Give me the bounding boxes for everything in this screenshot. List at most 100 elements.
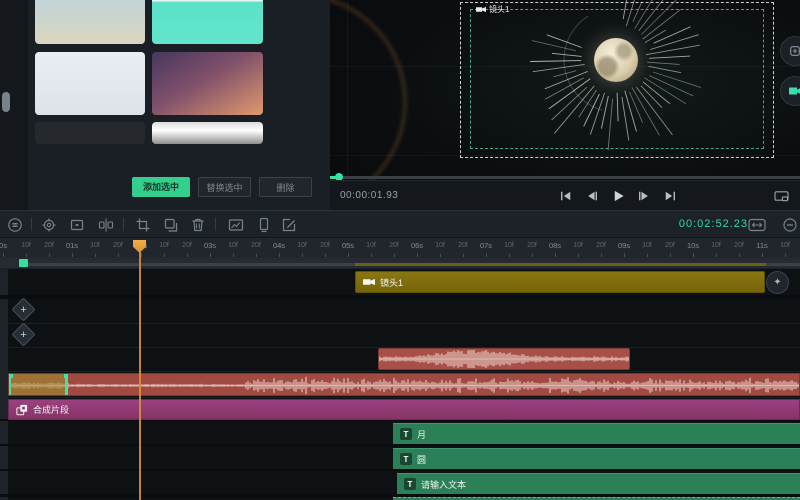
ruler-tick-label: 10f [705, 242, 727, 249]
device-preview-icon[interactable] [255, 216, 273, 234]
zoom-out-icon[interactable] [781, 216, 799, 234]
split-icon[interactable] [97, 216, 115, 234]
camera-icon [476, 6, 486, 13]
fit-timeline-icon[interactable] [748, 216, 766, 234]
preview-timecode: 00:00:01.93 [340, 190, 398, 201]
ruler-tick-label: 20f [590, 242, 612, 249]
text-clip[interactable]: T 圆 [393, 448, 800, 469]
ruler-tick-label: 11s [751, 241, 773, 250]
ruler-tick-label: 05s [337, 241, 359, 250]
audio-selection-region [9, 374, 67, 396]
color-swatch[interactable] [152, 122, 263, 144]
ruler-tick-label: 10f [291, 242, 313, 249]
ruler-tick-label: 04s [268, 241, 290, 250]
timeline-timecode: 00:02:52.23 [679, 218, 748, 230]
ruler-tick-label: 20f [521, 242, 543, 249]
camera-icon [789, 86, 800, 96]
selection-label: 镜头1 [476, 3, 509, 15]
playhead-line [139, 252, 141, 500]
ruler-tick-label: 06s [406, 241, 428, 250]
history-circle-icon[interactable] [6, 216, 24, 234]
audio-clip[interactable] [378, 348, 630, 370]
ruler-tick-label: 20f [107, 242, 129, 249]
ruler-tick-label: 10f [84, 242, 106, 249]
overview-bar [766, 263, 800, 266]
video-editor-app: { "panel": { "buttons": { "add": "添加选中",… [0, 0, 800, 500]
ruler-tick-label: 10f [15, 242, 37, 249]
asset-panel: 添加选中 替换选中 删除 [0, 0, 330, 210]
ruler-tick-label: 10f [222, 242, 244, 249]
ruler-tick-label: 10f [498, 242, 520, 249]
crop-icon[interactable] [134, 216, 152, 234]
ruler-tick-label: 10f [636, 242, 658, 249]
track-header-rail [0, 268, 8, 500]
edit-pen-icon[interactable] [280, 216, 298, 234]
ruler-tick-label: 20f [38, 242, 60, 249]
ruler-tick-label: 20f [452, 242, 474, 249]
delete-button[interactable]: 删除 [259, 177, 312, 197]
ruler-tick-label: 20f [245, 242, 267, 249]
ruler-tick-label: 20f [176, 242, 198, 249]
preview-seekbar[interactable] [330, 176, 800, 179]
color-swatch[interactable] [35, 122, 145, 144]
clip-transition-button[interactable]: ✦ [766, 271, 789, 294]
skip-end-button[interactable] [659, 188, 681, 204]
text-icon: T [400, 453, 412, 465]
text-icon: T [400, 428, 412, 440]
frame-select-icon[interactable] [68, 216, 86, 234]
screen-mirror-button[interactable] [770, 188, 792, 204]
camera-icon [363, 278, 375, 286]
ruler-tick-label: 20f [314, 242, 336, 249]
add-selected-button[interactable]: 添加选中 [132, 177, 190, 197]
timeline-tracks: 镜头1 ✦ + + 合成片段 T 月 T 圆 T [0, 268, 800, 500]
panel-scroll-rail [0, 0, 28, 210]
ruler-tick-label: 10f [774, 242, 796, 249]
frame-back-button[interactable] [581, 188, 603, 204]
add-keyframe-button[interactable]: + [11, 322, 35, 346]
ruler-tick-label: 10f [429, 242, 451, 249]
ruler-tick-label: 20f [659, 242, 681, 249]
overview-bar [28, 263, 355, 266]
overview-video-segment [355, 263, 766, 266]
replace-selected-button[interactable]: 替换选中 [198, 177, 251, 197]
video-clip[interactable]: 镜头1 [355, 271, 765, 293]
frame-forward-button[interactable] [633, 188, 655, 204]
ruler-tick-label: 03s [199, 241, 221, 250]
ruler-tick-label: 10f [360, 242, 382, 249]
text-icon: T [404, 478, 416, 490]
audio-clip[interactable] [8, 373, 800, 396]
ruler-tick-label: 09s [613, 241, 635, 250]
text-clip[interactable]: T 请输入文本 [397, 473, 800, 494]
mini-clip-marker[interactable] [19, 259, 28, 267]
ruler-tick-label: 10s [682, 241, 704, 250]
color-swatch[interactable] [35, 0, 145, 44]
preview-viewport: 镜头1 00:00:01.93 [330, 0, 800, 210]
skip-start-button[interactable] [555, 188, 577, 204]
add-keyframe-button[interactable]: + [11, 297, 35, 321]
ruler-tick-label: 20f [728, 242, 750, 249]
delete-trash-icon[interactable] [189, 216, 207, 234]
timeline-ruler[interactable]: 0s10f20f01s10f20f02s10f20f03s10f20f04s10… [0, 238, 800, 258]
ruler-tick-label: 20f [383, 242, 405, 249]
ruler-tick-label: 08s [544, 241, 566, 250]
picture-export-icon[interactable] [227, 216, 245, 234]
ruler-tick-label: 10f [153, 242, 175, 249]
timeline-toolbar: 00:02:52.23 [0, 210, 800, 238]
color-swatch[interactable] [152, 0, 263, 44]
text-clip[interactable]: T 月 [393, 423, 800, 444]
timeline-overview-strip[interactable] [0, 258, 800, 268]
settings-gear-icon[interactable] [40, 216, 58, 234]
ruler-tick-label: 07s [475, 241, 497, 250]
copy-icon[interactable] [162, 216, 180, 234]
transport-bar: 00:00:01.93 [330, 180, 800, 210]
selection-box-inner [470, 9, 764, 149]
composite-clip[interactable]: 合成片段 [8, 399, 800, 420]
ruler-tick-label: 01s [61, 241, 83, 250]
scrollbar-thumb[interactable] [2, 92, 10, 112]
color-swatch[interactable] [35, 52, 145, 115]
ruler-tick-label: 0s [0, 241, 14, 250]
composite-icon [16, 404, 28, 416]
ruler-tick-label: 10f [567, 242, 589, 249]
color-swatch[interactable] [152, 52, 263, 115]
play-button[interactable] [607, 188, 629, 204]
